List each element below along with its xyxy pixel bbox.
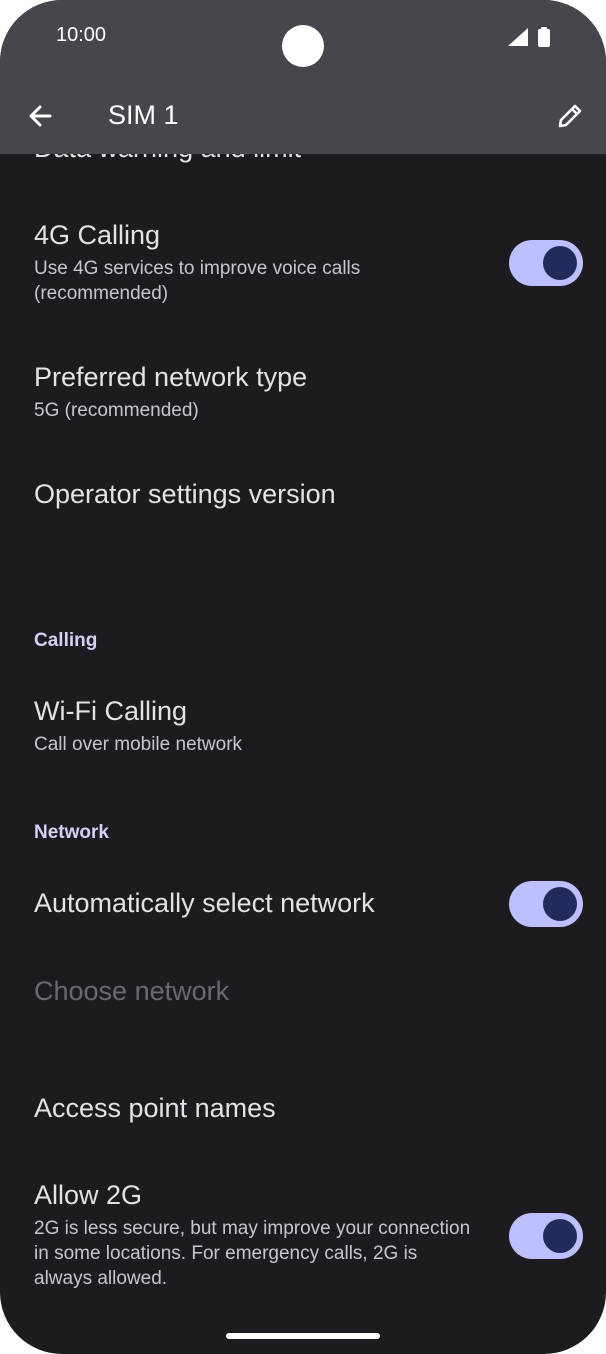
status-bar: 10:00 [0, 0, 606, 78]
operator-settings-title: Operator settings version [34, 479, 336, 509]
network-type-title: Preferred network type [34, 362, 308, 392]
choose-network-item: Choose network [34, 974, 229, 1008]
allow-2g-toggle[interactable] [509, 1213, 583, 1259]
data-warning-title: Data warning and limit [34, 154, 301, 165]
edit-pencil-icon[interactable] [552, 98, 588, 134]
page-title: SIM 1 [108, 100, 179, 130]
apn-item[interactable]: Access point names [34, 1091, 276, 1125]
app-bar: SIM 1 [0, 78, 606, 154]
wifi-calling-title: Wi-Fi Calling [34, 696, 188, 726]
auto-network-item[interactable]: Automatically select network [34, 886, 375, 920]
allow-2g-item[interactable]: Allow 2G 2G is less secure, but may impr… [34, 1178, 474, 1291]
phone-screen: 10:00 SIM 1 Data warning and limit 4G Ca… [0, 0, 606, 1354]
calling-4g-toggle[interactable] [509, 240, 583, 286]
signal-icon [508, 28, 528, 46]
choose-network-title: Choose network [34, 976, 230, 1006]
section-header-network: Network [34, 822, 109, 843]
wifi-calling-subtitle: Call over mobile network [34, 734, 243, 755]
calling-4g-title: 4G Calling [34, 220, 161, 250]
wifi-calling-item[interactable]: Wi-Fi Calling Call over mobile network [34, 694, 242, 757]
allow-2g-title: Allow 2G [34, 1180, 143, 1210]
operator-settings-item[interactable]: Operator settings version [34, 477, 336, 511]
apn-title: Access point names [34, 1093, 276, 1123]
toggle-knob [543, 1219, 577, 1253]
status-time: 10:00 [56, 24, 107, 46]
data-warning-item[interactable]: Data warning and limit [34, 154, 301, 165]
auto-network-toggle[interactable] [509, 881, 583, 927]
auto-network-title: Automatically select network [34, 888, 375, 918]
back-arrow-icon[interactable] [22, 98, 58, 134]
network-type-subtitle: 5G (recommended) [34, 400, 199, 421]
battery-icon [538, 27, 550, 47]
home-indicator[interactable] [226, 1333, 380, 1339]
calling-4g-item[interactable]: 4G Calling Use 4G services to improve vo… [34, 218, 484, 306]
network-type-item[interactable]: Preferred network type 5G (recommended) [34, 360, 307, 423]
section-header-calling: Calling [34, 630, 98, 651]
toggle-knob [543, 246, 577, 280]
calling-4g-subtitle: Use 4G services to improve voice calls (… [34, 258, 361, 304]
settings-list: Data warning and limit 4G Calling Use 4G… [0, 154, 606, 1354]
camera-cutout [282, 25, 324, 67]
allow-2g-subtitle: 2G is less secure, but may improve your … [34, 1218, 471, 1289]
toggle-knob [543, 887, 577, 921]
